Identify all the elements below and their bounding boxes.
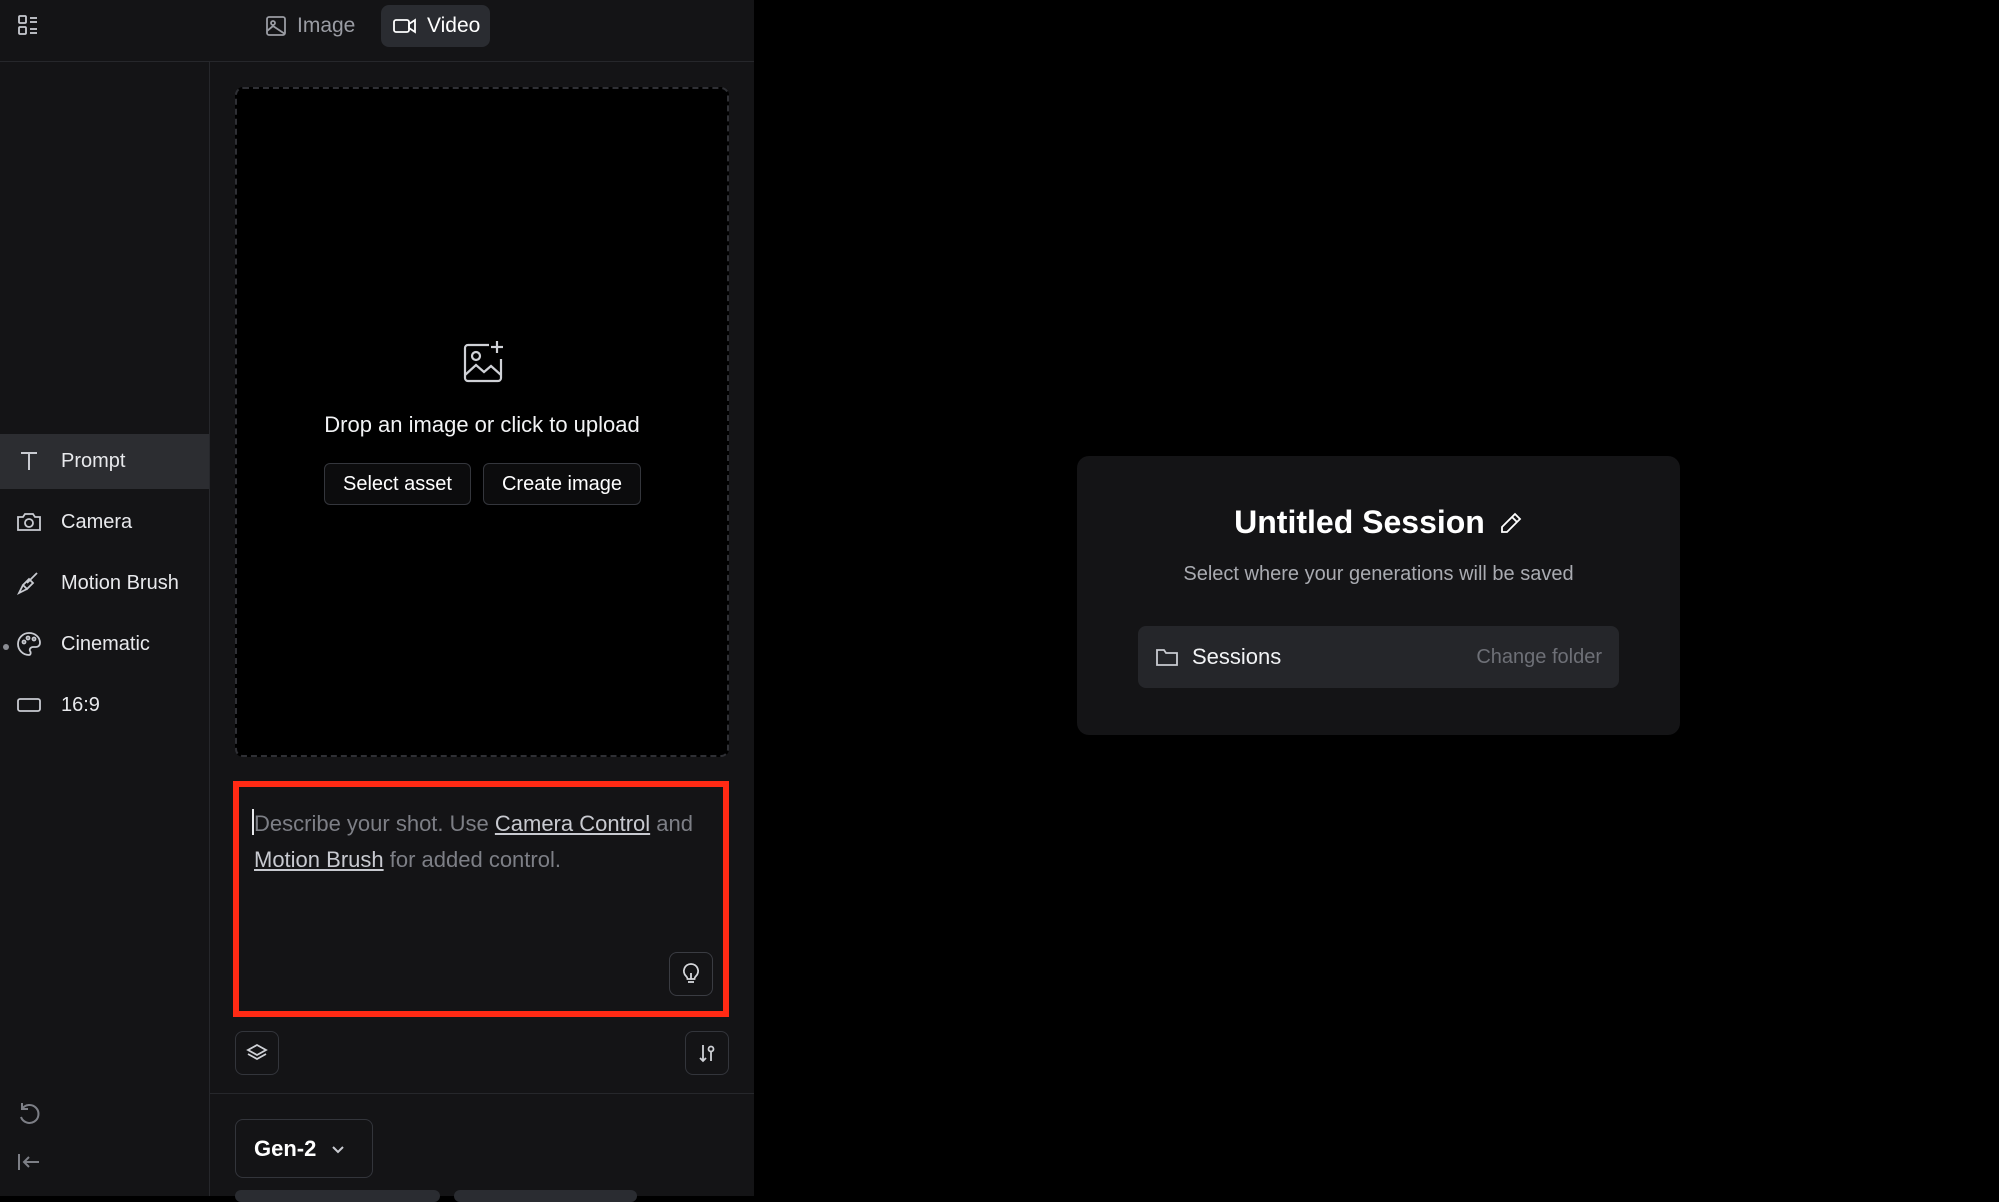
session-title: Untitled Session <box>1234 504 1485 540</box>
left-panel: Image Video Prompt Camera Motion Brush C… <box>0 0 754 1202</box>
sidebar-item-label: Prompt <box>61 450 126 472</box>
grid-menu-icon[interactable] <box>12 12 44 38</box>
sidebar-item-label: Camera <box>61 511 133 533</box>
session-card: Untitled Session Select where your gener… <box>1077 456 1680 735</box>
section-divider <box>210 1093 754 1094</box>
sidebar-item-motion-brush[interactable]: Motion Brush <box>0 556 209 611</box>
model-select-value: Gen-2 <box>254 1135 317 1161</box>
video-camera-icon <box>393 15 417 37</box>
active-indicator-dot <box>3 644 9 650</box>
palette-icon <box>15 630 43 658</box>
sidebar-item-label: 16:9 <box>61 694 100 716</box>
sidebar-item-cinematic[interactable]: Cinematic <box>0 617 209 672</box>
upload-instructions: Drop an image or click to upload <box>324 412 640 437</box>
session-folder-row[interactable]: Sessions Change folder <box>1138 626 1619 688</box>
pencil-icon[interactable] <box>1499 511 1523 535</box>
sidebar-item-aspect-ratio[interactable]: 16:9 <box>0 678 209 733</box>
sidebar: Prompt Camera Motion Brush Cinematic 16:… <box>0 62 210 1196</box>
chevron-down-icon <box>330 1141 346 1157</box>
change-folder-button[interactable]: Change folder <box>1476 646 1602 669</box>
tab-image[interactable]: Image <box>253 5 367 47</box>
option-pill[interactable] <box>454 1190 637 1202</box>
prompt-placeholder: Describe your shot. Use Camera Control a… <box>254 811 693 872</box>
tab-video-label: Video <box>427 14 481 37</box>
text-t-icon <box>15 447 43 475</box>
folder-icon <box>1154 644 1180 670</box>
session-title-row: Untitled Session <box>1077 504 1680 541</box>
sort-adjust-icon <box>696 1042 718 1064</box>
brush-icon <box>15 569 43 597</box>
model-select[interactable]: Gen-2 <box>235 1119 373 1178</box>
tab-image-label: Image <box>297 14 356 37</box>
session-subtitle: Select where your generations will be sa… <box>1183 563 1574 585</box>
settings-adjust-button[interactable] <box>685 1031 729 1075</box>
image-icon <box>265 15 287 37</box>
prompt-input[interactable]: Describe your shot. Use Camera Control a… <box>233 781 729 1017</box>
lightbulb-icon <box>680 962 702 986</box>
motion-brush-link[interactable]: Motion Brush <box>254 847 384 872</box>
sidebar-item-label: Cinematic <box>61 633 150 655</box>
camera-icon <box>15 508 43 536</box>
sidebar-item-prompt[interactable]: Prompt <box>0 434 209 489</box>
folder-name: Sessions <box>1192 644 1282 669</box>
undo-icon[interactable] <box>14 1099 44 1129</box>
layers-button[interactable] <box>235 1031 279 1075</box>
image-upload-dropzone[interactable]: Drop an image or click to upload Select … <box>235 87 729 757</box>
option-pill[interactable] <box>235 1190 440 1202</box>
tab-video[interactable]: Video <box>381 5 490 47</box>
collapse-sidebar-icon[interactable] <box>14 1147 44 1177</box>
add-image-icon <box>461 339 507 385</box>
sidebar-item-label: Motion Brush <box>61 572 179 594</box>
sidebar-item-camera[interactable]: Camera <box>0 495 209 550</box>
camera-control-link[interactable]: Camera Control <box>495 811 650 836</box>
prompt-ideas-button[interactable] <box>669 952 713 996</box>
top-bar: Image Video <box>0 0 754 62</box>
create-image-button[interactable]: Create image <box>483 463 641 505</box>
aspect-ratio-icon <box>15 691 43 719</box>
layers-icon <box>246 1042 268 1064</box>
select-asset-button[interactable]: Select asset <box>324 463 471 505</box>
